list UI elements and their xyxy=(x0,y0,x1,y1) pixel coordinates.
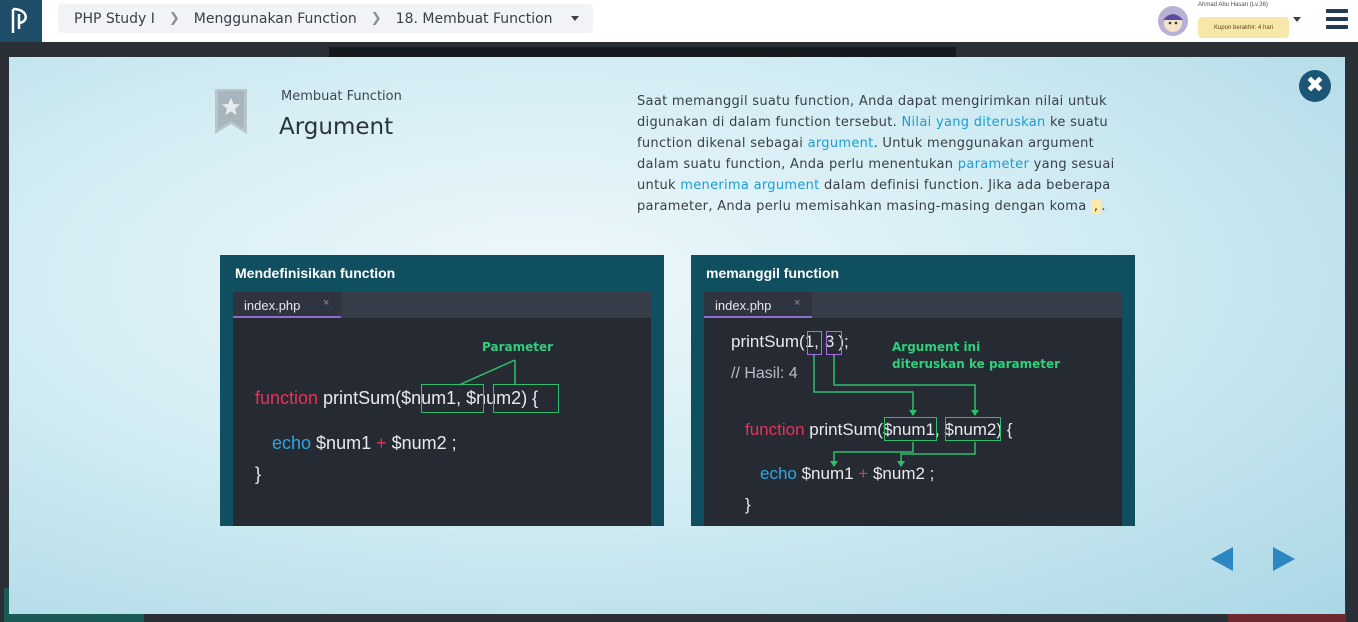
argument-flow-lines xyxy=(813,355,979,467)
panel-call-function: memanggil function index.php × printSum(… xyxy=(691,255,1135,526)
code-text: printSum( xyxy=(318,388,402,408)
desc-text: . xyxy=(1101,199,1106,214)
panel-define-function: Mendefinisikan function index.php × Para… xyxy=(220,255,664,526)
breadcrumb-course[interactable]: PHP Study I xyxy=(74,11,155,27)
bookmark-star-icon xyxy=(215,89,247,134)
param-highlight-box xyxy=(421,384,484,413)
chevron-right-icon: ❯ xyxy=(168,11,180,26)
desc-highlight: parameter xyxy=(957,157,1030,172)
desc-highlight: Nilai yang diteruskan xyxy=(901,115,1046,130)
next-button[interactable] xyxy=(1271,546,1297,572)
prev-arrow-icon xyxy=(1211,547,1233,571)
code-line-brace: } xyxy=(745,495,751,514)
code-text: printSum( xyxy=(804,420,883,439)
chevron-right-icon: ❯ xyxy=(370,11,382,26)
param-highlight-box xyxy=(945,417,1001,441)
slide-subtitle: Membuat Function xyxy=(281,89,402,104)
code-editor: index.php × printSum(1, 3); // Hasil: 4 A… xyxy=(704,292,1122,526)
code-text: $num1 xyxy=(311,433,377,453)
operator-plus: + xyxy=(858,464,869,483)
next-arrow-icon xyxy=(1273,547,1295,571)
slide-modal: ✖ Membuat Function Argument Saat memangg… xyxy=(9,57,1345,614)
close-button[interactable]: ✖ xyxy=(1299,70,1331,102)
breadcrumb: PHP Study I ❯ Menggunakan Function ❯ 18.… xyxy=(58,4,593,33)
prev-button[interactable] xyxy=(1209,546,1235,572)
keyword-echo: echo xyxy=(272,433,312,453)
code-text: $num1 xyxy=(796,464,859,483)
desc-highlight: argument xyxy=(807,136,874,151)
code-line-brace: } xyxy=(255,464,262,484)
chevron-down-icon[interactable] xyxy=(1293,17,1301,22)
user-name: Ahmad Abu Hasan (Lv.36) xyxy=(1198,2,1268,8)
param-highlight-box xyxy=(493,384,559,413)
operator-plus: + xyxy=(376,433,387,453)
slide-description: Saat memanggil suatu function, Anda dapa… xyxy=(637,91,1117,217)
code-line-echo: echo $num1 + $num2 ; xyxy=(760,464,934,484)
keyword-function: function xyxy=(745,420,805,439)
panel-title: memanggil function xyxy=(706,265,839,281)
panel-title: Mendefinisikan function xyxy=(235,265,396,281)
close-icon: ✖ xyxy=(1305,73,1325,98)
keyword-echo: echo xyxy=(760,464,797,483)
code-text: $num2 ; xyxy=(868,464,935,483)
logo-icon xyxy=(11,7,27,33)
code-line-echo: echo $num1 + $num2 ; xyxy=(272,433,457,454)
background-stage xyxy=(329,47,956,57)
code-editor: index.php × Parameter function printSum(… xyxy=(233,292,651,526)
avatar-icon xyxy=(1163,14,1183,32)
desc-highlight: menerima argument xyxy=(680,178,820,193)
param-highlight-box xyxy=(884,417,937,441)
logo[interactable] xyxy=(0,0,42,42)
hamburger-menu-icon[interactable] xyxy=(1326,9,1348,29)
chevron-down-icon[interactable] xyxy=(570,16,579,21)
code-text: $num2 ; xyxy=(386,433,457,453)
coupon-badge: Kupon berakhir: 4 hari xyxy=(1198,17,1289,38)
slide-title: Argument xyxy=(279,114,394,140)
keyword-function: function xyxy=(255,388,319,408)
top-bar: PHP Study I ❯ Menggunakan Function ❯ 18.… xyxy=(0,0,1358,42)
breadcrumb-lesson[interactable]: 18. Membuat Function xyxy=(396,11,553,27)
avatar[interactable] xyxy=(1158,6,1188,36)
breadcrumb-chapter[interactable]: Menggunakan Function xyxy=(194,11,357,27)
comma-code: , xyxy=(1090,199,1102,214)
